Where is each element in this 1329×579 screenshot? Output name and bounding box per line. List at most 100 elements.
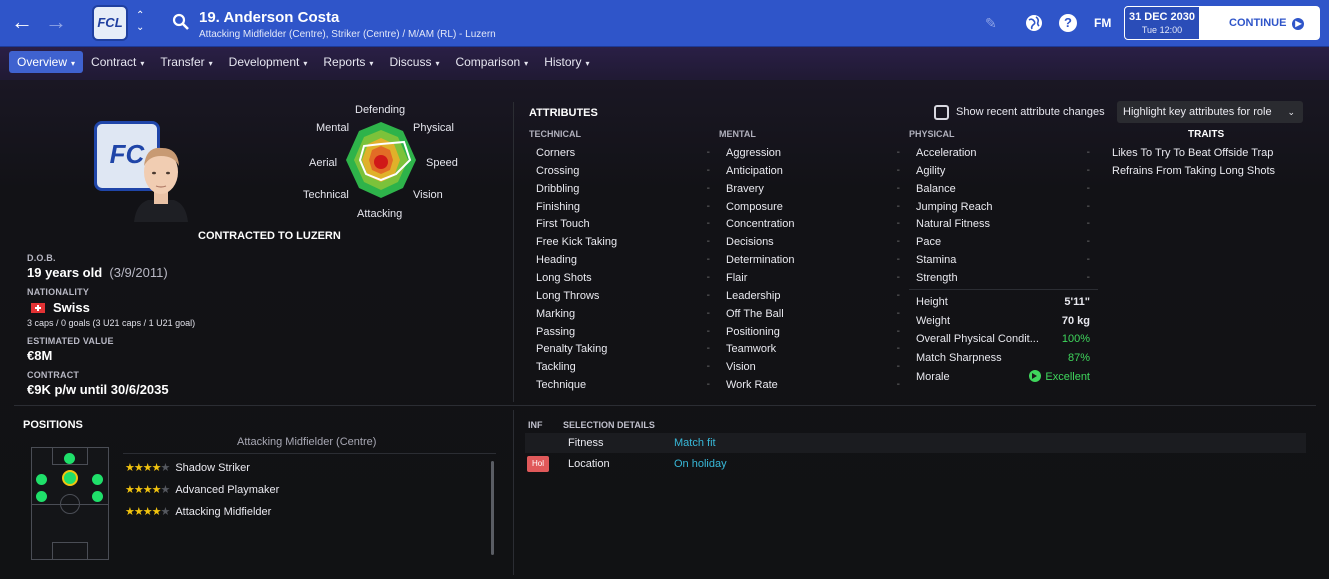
position-dot-ml[interactable]: [36, 491, 47, 502]
position-dot-mr[interactable]: [92, 491, 103, 502]
attribute-row[interactable]: Concentration -: [726, 215, 900, 233]
tab-development[interactable]: Development ▾: [221, 51, 316, 73]
position-dot-aml[interactable]: [36, 474, 47, 485]
attribute-row[interactable]: Pace -: [916, 233, 1090, 251]
search-icon[interactable]: [172, 13, 190, 31]
attribute-row[interactable]: Determination -: [726, 251, 900, 269]
attribute-row[interactable]: Marking -: [536, 305, 710, 323]
selection-row-fitness: Fitness Match fit: [525, 433, 1306, 453]
attribute-row[interactable]: Technique -: [536, 376, 710, 394]
attribute-row[interactable]: Corners -: [536, 144, 710, 162]
inf-header: INF: [528, 420, 543, 430]
weight-row: Weight 70 kg: [916, 312, 1090, 330]
attribute-row[interactable]: Acceleration -: [916, 144, 1090, 162]
club-switch-chevron-icon[interactable]: ⌃ ⌄: [136, 10, 144, 34]
attribute-row[interactable]: Finishing -: [536, 198, 710, 216]
tab-label: Discuss: [389, 55, 432, 69]
help-icon[interactable]: ?: [1059, 14, 1077, 32]
attribute-row[interactable]: Composure -: [726, 198, 900, 216]
birth-date: (3/9/2011): [109, 265, 168, 280]
attribute-row[interactable]: Teamwork -: [726, 340, 900, 358]
back-arrow-icon[interactable]: ←: [11, 9, 33, 35]
role-row[interactable]: ★★★★★ Advanced Playmaker: [125, 483, 279, 496]
attribute-row[interactable]: Bravery -: [726, 180, 900, 198]
attribute-row[interactable]: Tackling -: [536, 358, 710, 376]
role-row[interactable]: ★★★★★ Attacking Midfielder: [125, 505, 271, 518]
position-dot-amc-selected[interactable]: [62, 470, 78, 486]
position-pitch-diagram[interactable]: [31, 447, 109, 560]
selection-row-location: Hol Location On holiday: [525, 454, 1306, 474]
center-circle: [60, 494, 80, 514]
morale-row[interactable]: Morale Excellent: [916, 368, 1090, 386]
tab-discuss[interactable]: Discuss ▾: [381, 51, 447, 73]
attribute-row[interactable]: Work Rate -: [726, 376, 900, 394]
edit-pencil-icon[interactable]: ✎: [985, 15, 997, 32]
attribute-row[interactable]: Positioning -: [726, 323, 900, 341]
show-changes-label[interactable]: Show recent attribute changes: [956, 106, 1105, 118]
morale-text: Excellent: [1045, 371, 1090, 383]
tab-history[interactable]: History ▾: [536, 51, 597, 73]
attribute-row[interactable]: Off The Ball -: [726, 305, 900, 323]
selection-label: Location: [568, 458, 610, 470]
attribute-row[interactable]: Aggression -: [726, 144, 900, 162]
fm-logo[interactable]: FM: [1094, 16, 1111, 30]
attribute-row[interactable]: Dribbling -: [536, 180, 710, 198]
tab-reports[interactable]: Reports ▾: [315, 51, 381, 73]
attribute-row[interactable]: Anticipation -: [726, 162, 900, 180]
attribute-name: Pace: [916, 236, 942, 249]
nationality-value[interactable]: Swiss: [31, 300, 90, 315]
attribute-row[interactable]: Leadership -: [726, 287, 900, 305]
attribute-row[interactable]: Long Throws -: [536, 287, 710, 305]
height-row: Height 5'11": [916, 293, 1090, 311]
attribute-value: -: [896, 361, 900, 373]
attribute-row[interactable]: Free Kick Taking -: [536, 233, 710, 251]
continue-button[interactable]: CONTINUE ▶: [1200, 6, 1320, 40]
attribute-row[interactable]: Flair -: [726, 269, 900, 287]
tab-label: Overview: [17, 55, 68, 69]
radar-label-mental: Mental: [316, 122, 350, 134]
attribute-row[interactable]: First Touch -: [536, 215, 710, 233]
club-badge-icon[interactable]: FCL: [92, 5, 128, 41]
attribute-row[interactable]: Penalty Taking -: [536, 340, 710, 358]
tab-overview[interactable]: Overview ▾: [9, 51, 84, 73]
attribute-row[interactable]: Long Shots -: [536, 269, 710, 287]
date-display[interactable]: 31 DEC 2030 Tue 12:00: [1124, 6, 1200, 40]
attribute-name: Penalty Taking: [536, 343, 608, 356]
radar-label-vision: Vision: [413, 189, 443, 201]
selection-value[interactable]: Match fit: [674, 433, 716, 453]
scrollbar[interactable]: [491, 461, 494, 555]
attribute-value: -: [896, 307, 900, 319]
position-dot-st[interactable]: [64, 453, 75, 464]
attribute-row[interactable]: Decisions -: [726, 233, 900, 251]
attribute-row[interactable]: Vision -: [726, 358, 900, 376]
world-icon[interactable]: [1025, 14, 1043, 32]
morale-label: Morale: [916, 371, 950, 383]
highlight-role-dropdown[interactable]: Highlight key attributes for role ⌄: [1117, 101, 1303, 123]
attribute-row[interactable]: Passing -: [536, 323, 710, 341]
attribute-row[interactable]: Jumping Reach -: [916, 198, 1090, 216]
forward-arrow-icon[interactable]: →: [45, 9, 67, 35]
position-dot-amr[interactable]: [92, 474, 103, 485]
role-row[interactable]: ★★★★★ Shadow Striker: [125, 461, 250, 474]
tab-comparison[interactable]: Comparison ▾: [447, 51, 536, 73]
attribute-value: -: [896, 218, 900, 230]
attribute-row[interactable]: Strength -: [916, 269, 1090, 287]
estimated-value-label: ESTIMATED VALUE: [27, 336, 114, 346]
show-changes-checkbox[interactable]: [934, 105, 949, 120]
attribute-row[interactable]: Balance -: [916, 180, 1090, 198]
attribute-name: Leadership: [726, 289, 781, 302]
international-caps: 3 caps / 0 goals (3 U21 caps / 1 U21 goa…: [27, 318, 196, 328]
attribute-row[interactable]: Natural Fitness -: [916, 215, 1090, 233]
attribute-value: -: [1086, 254, 1090, 266]
divider: [123, 453, 496, 454]
attribute-row[interactable]: Heading -: [536, 251, 710, 269]
attribute-row[interactable]: Stamina -: [916, 251, 1090, 269]
tab-transfer[interactable]: Transfer ▾: [152, 51, 220, 73]
attribute-value: -: [706, 343, 710, 355]
attribute-row[interactable]: Agility -: [916, 162, 1090, 180]
selection-value[interactable]: On holiday: [674, 454, 727, 474]
attribute-row[interactable]: Crossing -: [536, 162, 710, 180]
sharpness-label: Match Sharpness: [916, 352, 1002, 364]
tab-contract[interactable]: Contract ▾: [83, 51, 152, 73]
attribute-name: Flair: [726, 271, 748, 284]
